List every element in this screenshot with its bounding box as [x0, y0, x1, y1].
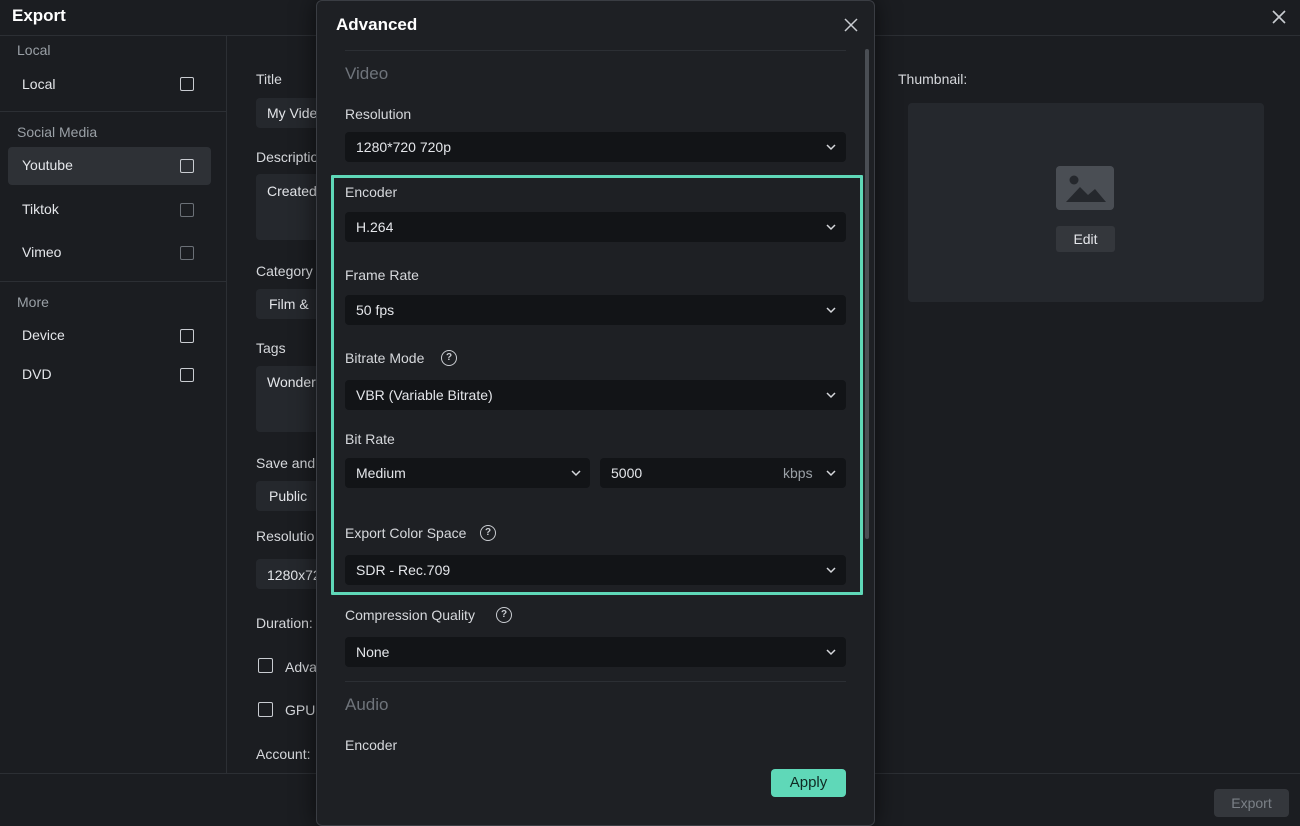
tags-label: Tags: [256, 340, 286, 356]
bitrate-mode-label: Bitrate Mode: [345, 350, 425, 366]
color-space-label: Export Color Space: [345, 525, 467, 541]
gpu-option-label: GPU: [285, 702, 316, 718]
encoder-dropdown[interactable]: H.264: [345, 212, 846, 242]
help-icon[interactable]: ?: [480, 525, 496, 541]
audio-section-title: Audio: [345, 695, 389, 714]
sidebar-item-label: Device: [22, 327, 65, 343]
chevron-down-icon[interactable]: [825, 467, 837, 479]
sidebar-item-label: Local: [22, 76, 56, 92]
advanced-option-label: Adva: [285, 659, 317, 675]
section-divider: [345, 681, 846, 682]
title-input-value: My Vide: [267, 105, 318, 121]
bit-rate-preset-dropdown[interactable]: Medium: [345, 458, 590, 488]
category-label: Category: [256, 263, 313, 279]
sidebar: Local Local Social Media Youtube Tiktok …: [0, 36, 227, 773]
encoder-value: H.264: [356, 219, 394, 235]
sidebar-item-tiktok[interactable]: Tiktok: [8, 191, 211, 229]
dvd-checkbox[interactable]: [180, 368, 194, 382]
chevron-down-icon: [826, 567, 836, 574]
close-icon[interactable]: [841, 15, 861, 35]
chevron-down-icon: [826, 649, 836, 656]
dialog-scrollbar[interactable]: [865, 49, 869, 539]
youtube-checkbox[interactable]: [180, 159, 194, 173]
title-label: Title: [256, 71, 282, 87]
window-title: Export: [12, 6, 66, 25]
frame-rate-dropdown[interactable]: 50 fps: [345, 295, 846, 325]
sidebar-item-label: Vimeo: [22, 244, 62, 260]
vimeo-checkbox[interactable]: [180, 246, 194, 260]
resolution-dropdown[interactable]: 1280*720 720p: [345, 132, 846, 162]
sidebar-divider: [0, 111, 227, 112]
sidebar-section-local: Local: [17, 42, 51, 58]
export-button[interactable]: Export: [1214, 789, 1289, 817]
help-icon[interactable]: ?: [441, 350, 457, 366]
sidebar-item-dvd[interactable]: DVD: [8, 356, 211, 394]
bit-rate-preset-value: Medium: [356, 465, 406, 481]
bitrate-mode-dropdown[interactable]: VBR (Variable Bitrate): [345, 380, 846, 410]
color-space-value: SDR - Rec.709: [356, 562, 451, 578]
apply-button[interactable]: Apply: [771, 769, 846, 797]
sidebar-item-device[interactable]: Device: [8, 317, 211, 355]
frame-rate-value: 50 fps: [356, 302, 395, 318]
privacy-select-value: Public: [269, 488, 308, 504]
bitrate-mode-value: VBR (Variable Bitrate): [356, 387, 493, 403]
thumbnail-label: Thumbnail:: [898, 71, 968, 87]
sidebar-item-youtube[interactable]: Youtube: [8, 147, 211, 185]
sidebar-divider: [0, 281, 227, 282]
compression-dropdown[interactable]: None: [345, 637, 846, 667]
resolution-select-value: 1280x72: [267, 567, 321, 583]
color-space-dropdown[interactable]: SDR - Rec.709: [345, 555, 846, 585]
thumbnail-edit-button[interactable]: Edit: [1056, 226, 1115, 252]
section-divider: [345, 50, 846, 51]
encoder-label: Encoder: [345, 184, 398, 200]
local-checkbox[interactable]: [180, 77, 194, 91]
category-select-value: Film &: [269, 296, 309, 312]
duration-label: Duration:: [256, 615, 313, 631]
save-and-label: Save and: [256, 455, 316, 471]
help-icon[interactable]: ?: [496, 607, 512, 623]
frame-rate-label: Frame Rate: [345, 267, 419, 283]
sidebar-item-label: DVD: [22, 366, 52, 382]
bit-rate-value: 5000: [611, 465, 643, 481]
close-icon[interactable]: [1266, 4, 1292, 30]
tags-input-value: Wonder: [267, 374, 316, 390]
device-checkbox[interactable]: [180, 329, 194, 343]
account-label: Account:: [256, 746, 311, 762]
sidebar-item-vimeo[interactable]: Vimeo: [8, 234, 211, 272]
sidebar-section-more: More: [17, 294, 49, 310]
dialog-title: Advanced: [336, 15, 418, 34]
image-icon: [1056, 166, 1114, 210]
video-section-title: Video: [345, 64, 389, 83]
resolution-label: Resolutio: [256, 528, 315, 544]
chevron-down-icon: [826, 392, 836, 399]
resolution-value: 1280*720 720p: [356, 139, 451, 155]
chevron-down-icon: [826, 224, 836, 231]
description-label: Descriptio: [256, 149, 319, 165]
bit-rate-label: Bit Rate: [345, 431, 395, 447]
advanced-dialog: Advanced Video Resolution 1280*720 720p …: [316, 0, 875, 826]
chevron-down-icon: [826, 307, 836, 314]
advanced-checkbox[interactable]: [258, 658, 273, 673]
sidebar-item-local[interactable]: Local: [8, 66, 211, 104]
description-input-value: Created: [267, 183, 317, 199]
bit-rate-value-input[interactable]: 5000 kbps: [600, 458, 846, 488]
tiktok-checkbox[interactable]: [180, 203, 194, 217]
compression-value: None: [356, 644, 390, 660]
sidebar-item-label: Youtube: [22, 157, 73, 173]
gpu-checkbox[interactable]: [258, 702, 273, 717]
sidebar-item-label: Tiktok: [22, 201, 59, 217]
compression-label: Compression Quality: [345, 607, 475, 623]
chevron-down-icon: [571, 470, 581, 477]
bit-rate-unit: kbps: [783, 465, 813, 481]
resolution-label: Resolution: [345, 106, 412, 122]
audio-encoder-label: Encoder: [345, 737, 398, 750]
sidebar-section-social-media: Social Media: [17, 124, 98, 140]
chevron-down-icon: [826, 144, 836, 151]
